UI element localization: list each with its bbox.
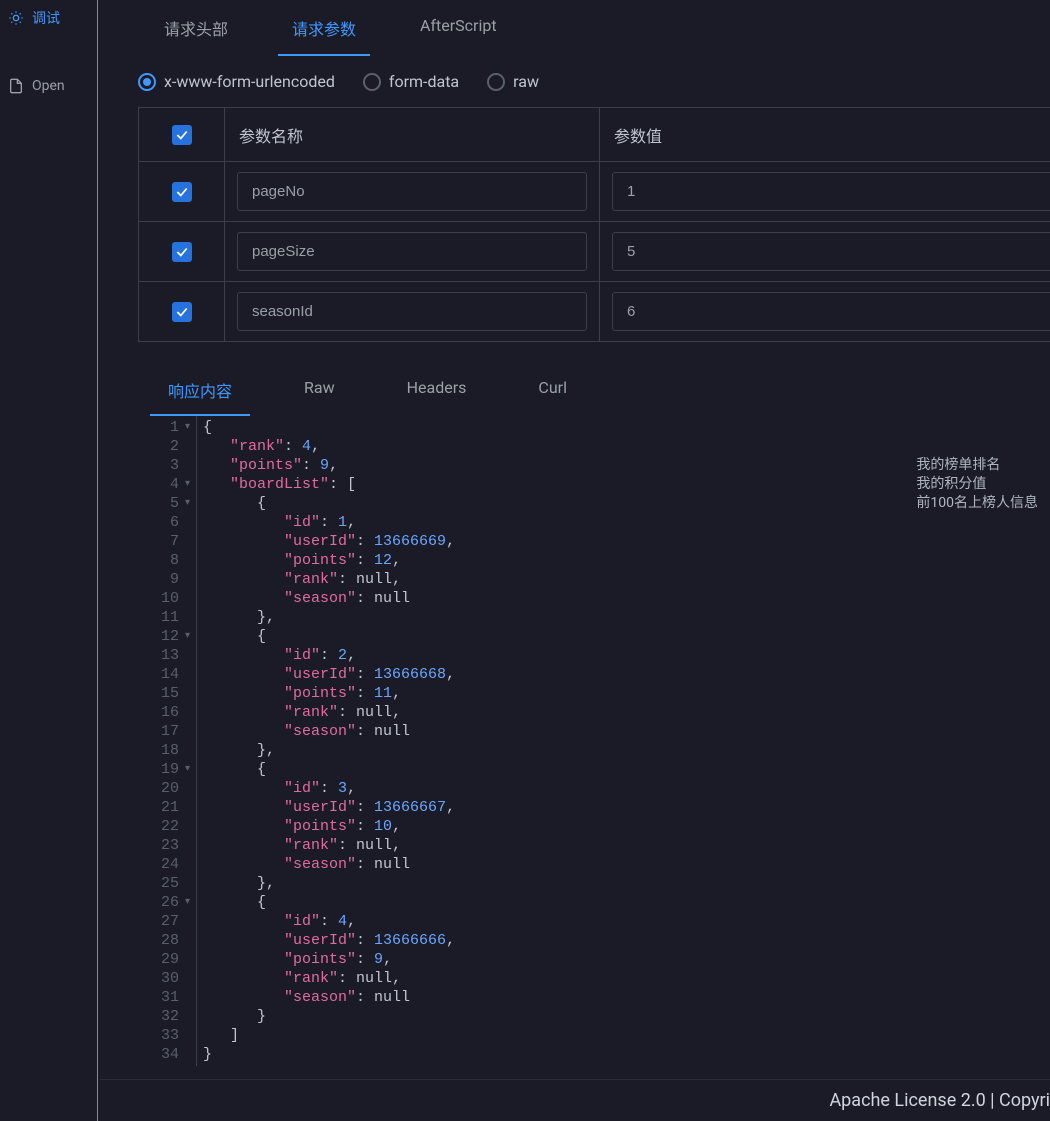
param-value-input[interactable] [612,232,1050,271]
sidebar-divider [97,0,98,1121]
editor-gutter: 1▾234▾5▾6789101112▾13141516171819▾202122… [132,416,196,1066]
param-table-header: 参数名称 参数值 [139,108,1050,162]
param-name-input[interactable] [237,172,587,211]
radio-label: x-www-form-urlencoded [164,72,335,91]
tab-afterscript[interactable]: AfterScript [388,0,529,56]
param-table: 参数名称 参数值 [138,107,1050,342]
radio-circle-icon [138,73,156,91]
sidebar: 调试 Open [0,0,95,1121]
param-value-input[interactable] [612,292,1050,331]
tab-response-raw[interactable]: Raw [268,364,371,416]
checkbox-row[interactable] [172,182,192,202]
footer-text: Apache License 2.0 | Copyri [829,1090,1050,1111]
sidebar-item-debug[interactable]: 调试 [0,2,95,34]
param-row [139,162,1050,222]
tab-response-body[interactable]: 响应内容 [132,364,268,416]
radio-label: raw [513,72,539,91]
radio-raw[interactable]: raw [487,72,539,91]
response-editor-wrap: 1▾234▾5▾6789101112▾13141516171819▾202122… [100,416,1050,1066]
radio-urlencoded[interactable]: x-www-form-urlencoded [138,72,335,91]
tab-response-headers[interactable]: Headers [371,364,503,416]
sidebar-item-open[interactable]: Open [0,72,95,100]
response-editor[interactable]: 1▾234▾5▾6789101112▾13141516171819▾202122… [132,416,1018,1066]
radio-label: form-data [389,72,459,91]
param-row [139,282,1050,341]
col-header-value: 参数值 [600,108,1050,161]
response-tabs: 响应内容 Raw Headers Curl [100,364,1050,416]
checkbox-all[interactable] [172,125,192,145]
sidebar-item-label: 调试 [32,8,60,28]
param-name-input[interactable] [237,292,587,331]
col-header-name: 参数名称 [225,108,600,161]
param-name-input[interactable] [237,232,587,271]
checkbox-row[interactable] [172,242,192,262]
request-tabs: 请求头部 请求参数 AfterScript [100,0,1050,56]
bug-icon [8,10,24,26]
tab-request-headers[interactable]: 请求头部 [132,0,260,56]
radio-circle-icon [487,73,505,91]
body-type-radios: x-www-form-urlencoded form-data raw [100,56,1050,107]
sidebar-item-label: Open [32,78,65,94]
main-area: 请求头部 请求参数 AfterScript x-www-form-urlenco… [100,0,1050,1066]
radio-circle-icon [363,73,381,91]
radio-formdata[interactable]: form-data [363,72,459,91]
param-row [139,222,1050,282]
param-value-input[interactable] [612,172,1050,211]
editor-code[interactable]: { "rank": 4, "points": 9, "boardList": [… [196,416,1018,1066]
tab-request-params[interactable]: 请求参数 [260,0,388,56]
tab-response-curl[interactable]: Curl [502,364,603,416]
footer: Apache License 2.0 | Copyri [100,1079,1050,1121]
file-icon [8,78,24,94]
checkbox-row[interactable] [172,302,192,322]
